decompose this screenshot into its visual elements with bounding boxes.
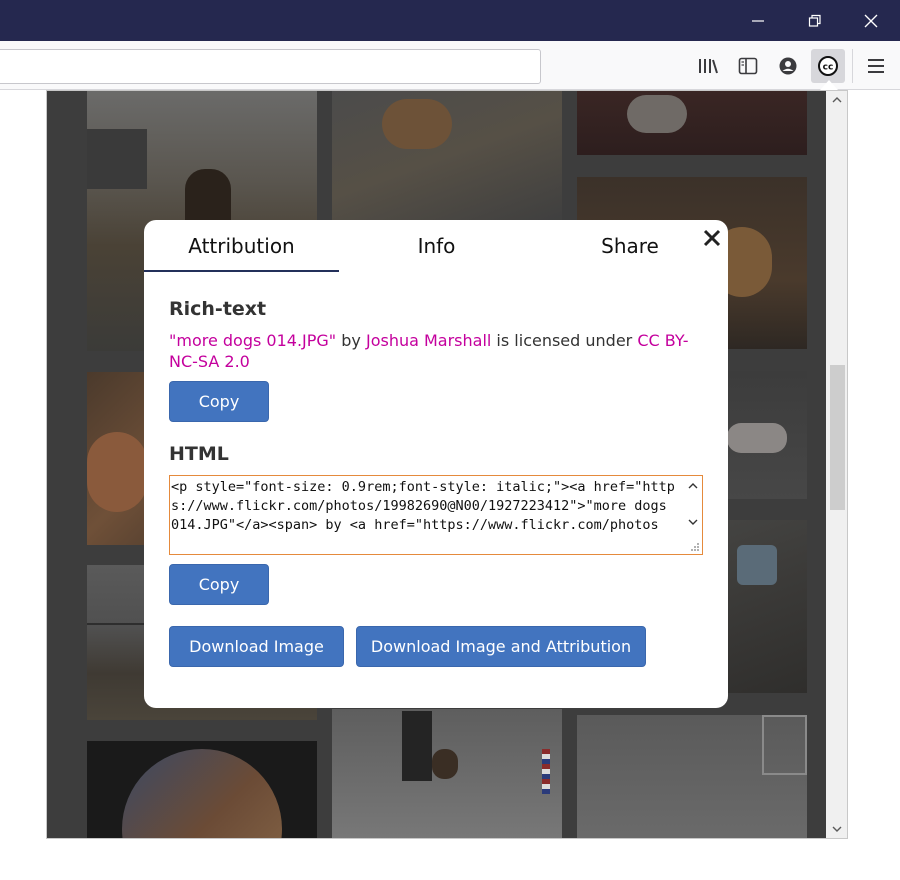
gallery-image[interactable] [577, 715, 807, 838]
download-image-attribution-button[interactable]: Download Image and Attribution [356, 626, 646, 667]
toolbar-separator [852, 49, 853, 83]
html-title: HTML [169, 443, 229, 465]
chevron-up-icon [832, 97, 842, 103]
close-window-button[interactable] [842, 0, 900, 41]
tab-label: Attribution [188, 234, 295, 258]
button-label: Copy [198, 392, 240, 411]
modal-tabs: Attribution Info Share [144, 220, 728, 272]
chevron-down-icon [832, 826, 842, 832]
close-icon [864, 14, 878, 27]
chevron-up-icon [688, 483, 698, 489]
modal-close-button[interactable] [700, 226, 724, 250]
minimize-button[interactable] [729, 0, 787, 41]
rich-text-attribution: "more dogs 014.JPG" by Joshua Marshall i… [169, 330, 709, 372]
sidebar-icon [738, 57, 758, 75]
textarea-scroll-up[interactable] [688, 481, 698, 491]
sidebar-button[interactable] [731, 49, 765, 83]
account-button[interactable] [771, 49, 805, 83]
scroll-up-arrow[interactable] [826, 91, 847, 109]
menu-button[interactable] [859, 49, 893, 83]
restore-icon [808, 14, 821, 27]
url-bar[interactable] [0, 49, 541, 84]
panel-scrollbar[interactable] [826, 91, 847, 838]
creative-commons-extension-button[interactable]: cc [811, 49, 845, 83]
restore-button[interactable] [786, 0, 844, 41]
scroll-down-arrow[interactable] [826, 820, 847, 838]
gallery-image[interactable] [87, 741, 317, 838]
rich-text-title: Rich-text [169, 298, 267, 320]
licensed-under-text: is licensed under [491, 331, 638, 350]
copy-html-button[interactable]: Copy [169, 564, 269, 605]
tab-label: Info [417, 234, 456, 258]
textarea-scroll-down[interactable] [688, 517, 698, 527]
tab-share[interactable]: Share [534, 220, 726, 272]
minimize-icon [752, 19, 764, 22]
html-code-textarea[interactable]: <p style="font-size: 0.9rem;font-style: … [169, 475, 703, 555]
author-link[interactable]: Joshua Marshall [366, 331, 491, 350]
chevron-down-icon [688, 519, 698, 525]
tab-attribution[interactable]: Attribution [144, 220, 339, 272]
panel-arrow [820, 80, 838, 90]
button-label: Copy [198, 575, 240, 594]
attribution-modal: Attribution Info Share Rich-text "more d… [144, 220, 728, 708]
creative-commons-icon: cc [818, 56, 838, 76]
download-image-button[interactable]: Download Image [169, 626, 344, 667]
button-label: Download Image and Attribution [370, 637, 632, 656]
account-icon [779, 57, 797, 75]
window-titlebar [0, 0, 900, 41]
copy-rich-text-button[interactable]: Copy [169, 381, 269, 422]
scroll-thumb[interactable] [830, 365, 845, 510]
hamburger-menu-icon [868, 59, 884, 73]
browser-toolbar: cc [0, 41, 900, 90]
library-button[interactable] [691, 49, 725, 83]
button-label: Download Image [189, 637, 324, 656]
by-text: by [336, 331, 366, 350]
resize-grip-icon[interactable] [690, 542, 700, 552]
gallery-image[interactable] [332, 91, 562, 222]
close-icon [703, 229, 721, 247]
work-title-link[interactable]: "more dogs 014.JPG" [169, 331, 336, 350]
gallery-image[interactable] [332, 709, 562, 838]
library-icon [699, 59, 718, 74]
gallery-image[interactable] [577, 91, 807, 155]
svg-text:cc: cc [823, 63, 834, 73]
html-code-text: <p style="font-size: 0.9rem;font-style: … [171, 479, 675, 533]
tab-label: Share [601, 234, 659, 258]
tab-info[interactable]: Info [339, 220, 534, 272]
